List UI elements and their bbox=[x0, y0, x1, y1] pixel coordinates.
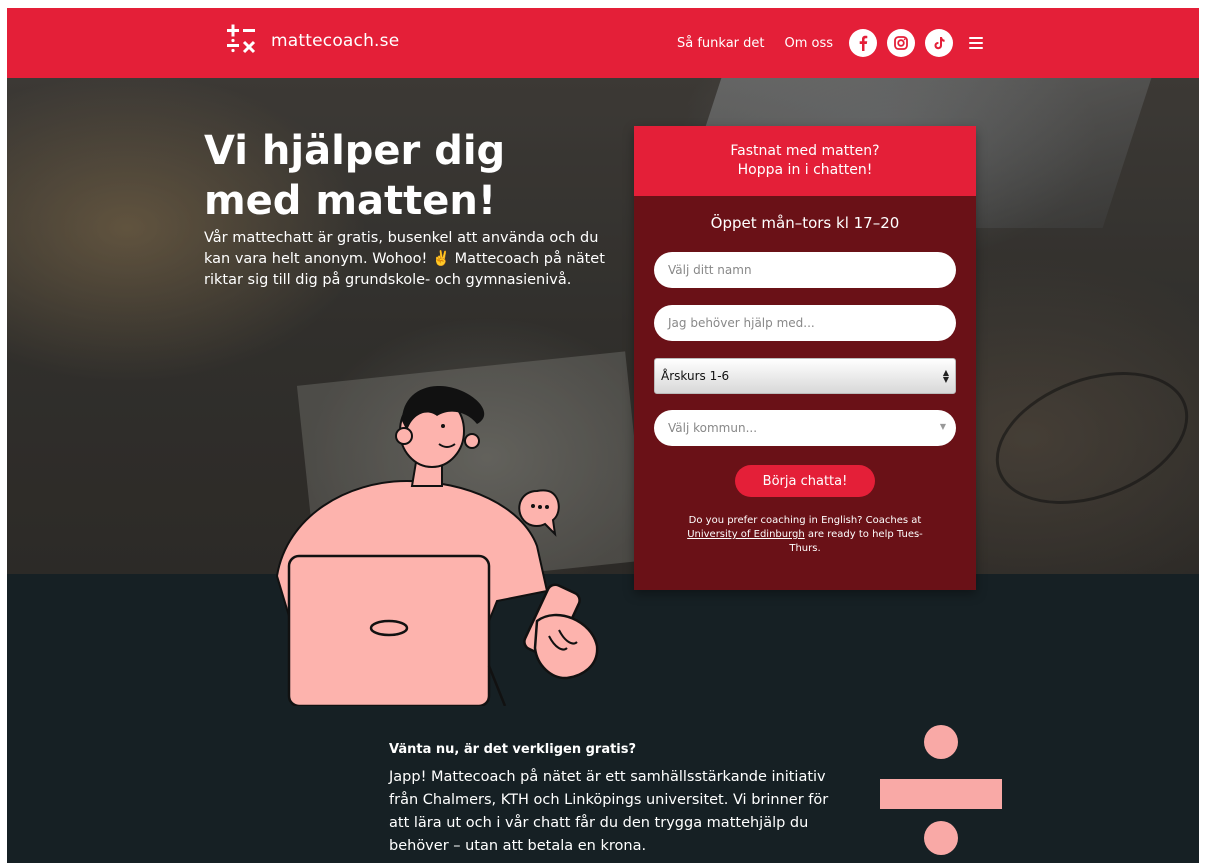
university-of-edinburgh-link[interactable]: University of Edinburgh bbox=[687, 529, 805, 540]
chat-signup-box: Fastnat med matten? Hoppa in i chatten! … bbox=[634, 126, 976, 590]
help-topic-input[interactable]: Jag behöver hjälp med... bbox=[654, 305, 956, 341]
facebook-icon[interactable] bbox=[849, 29, 878, 57]
kommun-select-placeholder: Välj kommun... bbox=[668, 421, 758, 435]
grade-select-value: Årskurs 1-6 bbox=[661, 369, 730, 383]
english-coaching-note: Do you prefer coaching in English? Coach… bbox=[674, 514, 936, 556]
logo-text: mattecoach.se bbox=[271, 31, 400, 51]
chat-heading-line-1: Fastnat med matten? bbox=[730, 143, 880, 159]
start-chat-button[interactable]: Börja chatta! bbox=[735, 465, 875, 497]
division-sign-icon bbox=[880, 725, 1002, 855]
chevron-down-icon: ▼ bbox=[939, 422, 946, 431]
chat-box-header: Fastnat med matten? Hoppa in i chatten! bbox=[634, 126, 976, 196]
hamburger-menu-icon[interactable] bbox=[969, 37, 984, 49]
main-nav: Så funkar det Om oss bbox=[677, 26, 984, 60]
opening-hours: Öppet mån–tors kl 17–20 bbox=[710, 214, 900, 232]
free-answer-text: Japp! Mattecoach på nätet är ett samhäll… bbox=[389, 769, 829, 854]
nav-link-sa-funkar-det[interactable]: Så funkar det bbox=[677, 36, 765, 51]
chat-heading-line-2: Hoppa in i chatten! bbox=[737, 162, 873, 178]
instagram-icon[interactable] bbox=[887, 29, 916, 57]
tiktok-icon[interactable] bbox=[925, 29, 954, 57]
free-question-heading: Vänta nu, är det verkligen gratis? bbox=[389, 742, 637, 757]
grade-select[interactable]: Årskurs 1-6 ▲ ▼ bbox=[654, 358, 956, 394]
math-symbols-logo-icon bbox=[223, 22, 261, 60]
hero-title: Vi hjälper dig med matten! bbox=[204, 128, 506, 224]
hero-description: Vår mattechatt är gratis, busenkel att a… bbox=[204, 230, 605, 288]
english-note-text-post: are ready to help Tues-Thurs. bbox=[789, 529, 923, 554]
site-header: mattecoach.se Så funkar det Om oss bbox=[7, 8, 1199, 78]
nav-link-om-oss[interactable]: Om oss bbox=[785, 36, 834, 51]
name-input[interactable]: Välj ditt namn bbox=[654, 252, 956, 288]
site-logo[interactable]: mattecoach.se bbox=[223, 22, 399, 60]
page-frame: mattecoach.se Så funkar det Om oss Vi hj… bbox=[7, 8, 1199, 863]
kommun-select[interactable]: Välj kommun... ▼ bbox=[654, 410, 956, 446]
select-arrows-icon: ▲ ▼ bbox=[942, 368, 949, 384]
english-note-text-pre: Do you prefer coaching in English? Coach… bbox=[688, 515, 922, 526]
student-laptop-illustration bbox=[237, 385, 617, 708]
